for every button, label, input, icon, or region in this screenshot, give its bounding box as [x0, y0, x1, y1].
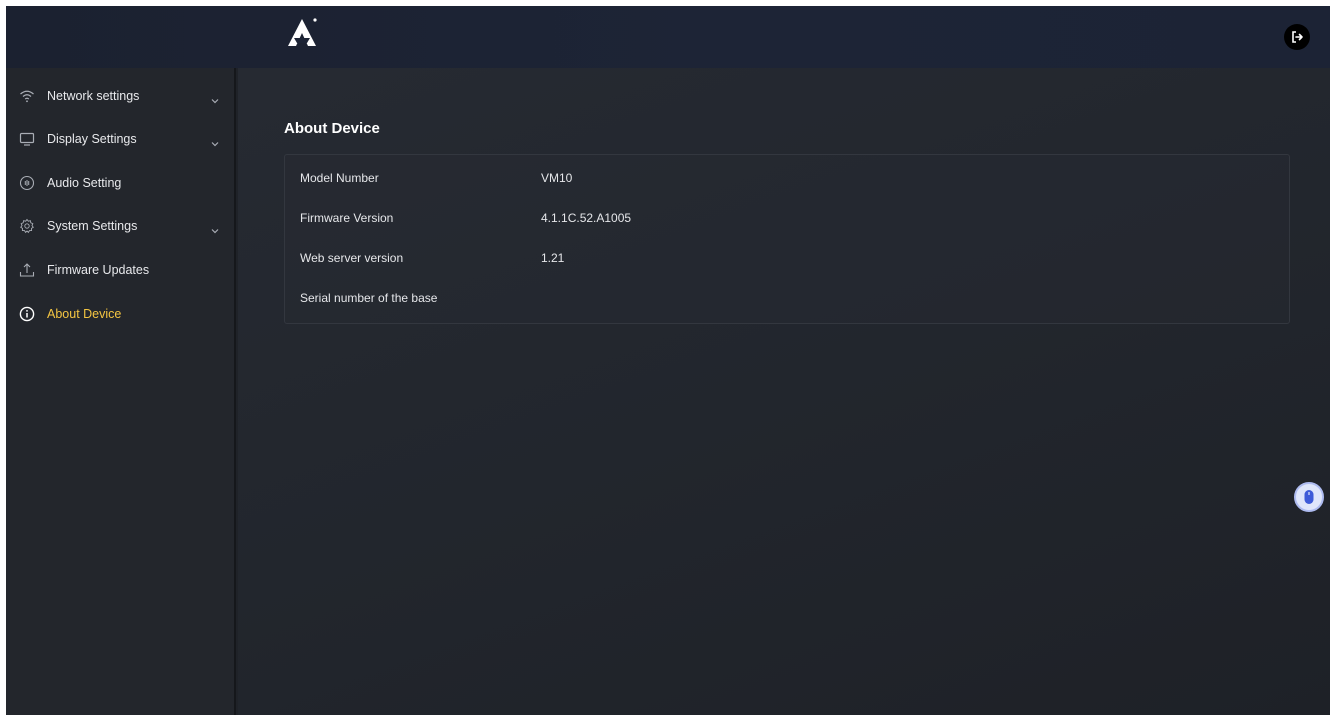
sidebar-item-display-settings[interactable]: Display Settings: [6, 119, 236, 159]
mouse-icon: [1303, 489, 1315, 505]
floating-assistant-button[interactable]: [1294, 482, 1324, 512]
sidebar-item-about-device[interactable]: About Device: [6, 294, 236, 334]
sidebar-item-label: Network settings: [47, 89, 140, 103]
chevron-down-icon[interactable]: [210, 222, 220, 234]
info-value: 1.21: [541, 251, 565, 265]
info-row-model-number: Model Number VM10: [285, 159, 1291, 199]
sidebar-item-label: Firmware Updates: [47, 263, 150, 277]
wifi-icon: [19, 88, 35, 104]
info-key: Web server version: [300, 251, 404, 265]
main-content: About Device Model Number VM10 Firmware …: [238, 68, 1330, 715]
audio-icon: [19, 175, 35, 191]
sidebar-item-label: Display Settings: [47, 132, 137, 146]
info-key: Firmware Version: [300, 211, 394, 225]
app-window: Network settings Display Settings Audio …: [6, 6, 1330, 715]
info-value: 4.1.1C.52.A1005: [541, 211, 632, 225]
page-title: About Device: [284, 120, 380, 137]
sidebar-item-system-settings[interactable]: System Settings: [6, 206, 236, 246]
info-value: VM10: [541, 171, 573, 185]
chevron-down-icon[interactable]: [210, 92, 220, 104]
top-bar: [6, 6, 1330, 68]
device-info-card: Model Number VM10 Firmware Version 4.1.1…: [284, 154, 1290, 324]
sidebar-item-audio-setting[interactable]: Audio Setting: [6, 163, 236, 203]
info-key: Serial number of the base: [300, 291, 438, 305]
sidebar-item-label: Audio Setting: [47, 176, 122, 190]
sidebar-item-firmware-updates[interactable]: Firmware Updates: [6, 250, 236, 290]
gear-icon: [19, 218, 35, 234]
logout-icon: [1290, 30, 1304, 44]
logout-button[interactable]: [1284, 24, 1310, 50]
info-row-firmware-version: Firmware Version 4.1.1C.52.A1005: [285, 199, 1291, 239]
sidebar-item-label: About Device: [47, 307, 122, 321]
upload-icon: [19, 262, 35, 278]
sidebar-item-network-settings[interactable]: Network settings: [6, 76, 236, 116]
brand-logo-icon: [285, 16, 319, 50]
chevron-down-icon[interactable]: [210, 135, 220, 147]
monitor-icon: [19, 131, 35, 147]
sidebar: Network settings Display Settings Audio …: [6, 68, 236, 715]
sidebar-item-label: System Settings: [47, 219, 138, 233]
info-row-web-server-version: Web server version 1.21: [285, 239, 1291, 279]
info-icon: [19, 306, 35, 322]
info-row-serial-number: Serial number of the base: [285, 279, 1291, 319]
info-key: Model Number: [300, 171, 379, 185]
